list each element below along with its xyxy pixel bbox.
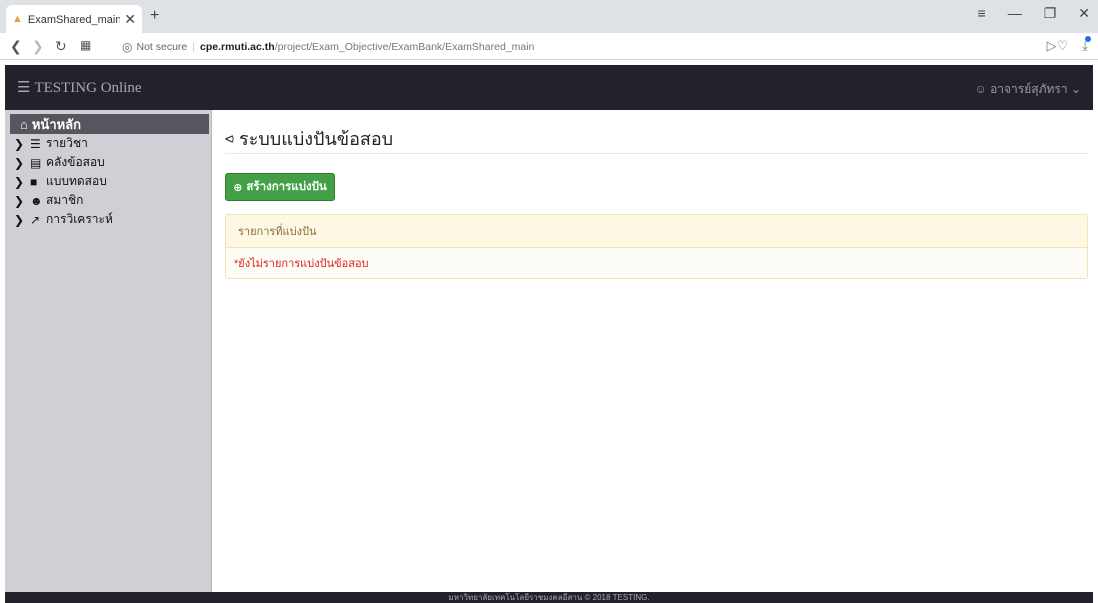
chart-icon: ↗ (30, 212, 41, 227)
brand-name: TESTING Online (34, 80, 142, 96)
chevron-right-icon: ❯ (14, 193, 25, 208)
globe-icon: ◎ (122, 39, 133, 54)
back-icon[interactable]: ❮ (10, 38, 22, 55)
browser-tab[interactable]: ▲ ExamShared_main ระบบวิเค ✕ (6, 5, 142, 33)
reload-icon[interactable]: ↻ (55, 38, 67, 55)
chevron-right-icon: ❯ (14, 155, 25, 170)
window-controls: ≡ — ❐ ✕ (978, 5, 1090, 22)
app-navbar: ☰ TESTING Online ☺ อาจารย์สุภัทรา ⌄ (5, 65, 1093, 110)
user-icon: ☺ (974, 82, 987, 96)
chevron-right-icon: ❯ (14, 212, 25, 227)
minimize-icon[interactable]: — (1008, 5, 1022, 22)
download-badge (1085, 36, 1091, 42)
url-path: /project/Exam_Objective/ExamBank/ExamSha… (274, 40, 535, 53)
security-label: Not secure (136, 40, 188, 53)
sidebar-item-tests[interactable]: ❯ ■ แบบทดสอบ (10, 172, 209, 191)
favicon-icon: ▲ (12, 13, 23, 25)
new-tab-button[interactable]: + (150, 7, 159, 25)
sidebar-home-label: หน้าหลัก (31, 116, 82, 132)
toolbar-right: ▷♡ ⤓ (1047, 36, 1091, 54)
brand[interactable]: ☰ TESTING Online (17, 78, 142, 97)
empty-message: *ยังไม่รายการแบ่งปันข้อสอบ (226, 248, 1087, 278)
sidebar-item-label: รายวิชา (46, 136, 88, 150)
url-host: cpe.rmuti.ac.th (200, 40, 275, 53)
restore-icon[interactable]: ❐ (1044, 5, 1057, 22)
tab-search-icon[interactable]: ≡ (978, 5, 986, 22)
panel-heading: รายการที่แบ่งปัน (226, 215, 1087, 248)
page-title: ระบบแบ่งปันข้อสอบ (239, 129, 394, 149)
sidebar-item-label: การวิเคราะห์ (46, 212, 113, 226)
shared-list-panel: รายการที่แบ่งปัน *ยังไม่รายการแบ่งปันข้อ… (225, 214, 1088, 279)
close-window-icon[interactable]: ✕ (1078, 5, 1090, 22)
url-separator: | (192, 40, 195, 53)
create-share-button[interactable]: ⊕ สร้างการแบ่งปัน (225, 173, 335, 201)
apps-grid-icon[interactable]: ▦ (80, 38, 91, 52)
sidebar-menu: ❯ ☰ รายวิชา ❯ ▤ คลังข้อสอบ ❯ ■ แบบทดสอบ … (10, 134, 209, 229)
address-bar[interactable]: ◎ Not secure | cpe.rmuti.ac.th /project/… (122, 36, 1022, 57)
sidebar-item-label: คลังข้อสอบ (46, 155, 105, 169)
chevron-down-icon: ⌄ (1070, 82, 1081, 96)
layers-icon: ☰ (17, 80, 31, 96)
chevron-right-icon: ❯ (14, 174, 25, 189)
sidebar-item-analysis[interactable]: ❯ ↗ การวิเคราะห์ (10, 210, 209, 229)
user-menu[interactable]: ☺ อาจารย์สุภัทรา ⌄ (974, 80, 1081, 99)
tab-title: ExamShared_main ระบบวิเค (27, 14, 121, 26)
download-icon[interactable]: ⤓ (1082, 36, 1091, 54)
forward-icon[interactable]: ❯ (32, 38, 44, 55)
share-icon: ⪦ (225, 129, 235, 147)
home-icon: ⌂ (20, 116, 28, 132)
sidebar: ⌂ หน้าหลัก ❯ ☰ รายวิชา ❯ ▤ คลังข้อสอบ ❯ … (5, 110, 212, 592)
user-name: อาจารย์สุภัทรา (990, 82, 1068, 96)
sidebar-item-home[interactable]: ⌂ หน้าหลัก (10, 114, 209, 134)
sidebar-item-exam-bank[interactable]: ❯ ▤ คลังข้อสอบ (10, 153, 209, 172)
book-icon: ■ (30, 174, 38, 189)
chevron-right-icon: ❯ (14, 136, 25, 151)
page-header: ⪦ ระบบแบ่งปันข้อสอบ (225, 124, 1088, 154)
send-icon[interactable]: ▷♡ (1047, 38, 1069, 54)
create-share-label: สร้างการแบ่งปัน (246, 181, 327, 193)
sidebar-item-members[interactable]: ❯ ☻ สมาชิก (10, 191, 209, 210)
sidebar-item-label: สมาชิก (46, 193, 84, 207)
close-tab-icon[interactable]: ✕ (124, 11, 136, 28)
list-icon: ☰ (30, 136, 41, 151)
sidebar-item-label: แบบทดสอบ (46, 174, 107, 188)
footer: มหาวิทยาลัยเทคโนโลยีราชมงคลอีสาน © 2018 … (5, 592, 1093, 603)
sidebar-item-courses[interactable]: ❯ ☰ รายวิชา (10, 134, 209, 153)
database-icon: ▤ (30, 155, 42, 170)
plus-circle-icon: ⊕ (233, 181, 243, 194)
users-icon: ☻ (30, 193, 43, 208)
browser-tab-bar: ▲ ExamShared_main ระบบวิเค ✕ + ≡ — ❐ ✕ (0, 0, 1098, 33)
browser-toolbar: ❮ ❯ ↻ ▦ ◎ Not secure | cpe.rmuti.ac.th /… (0, 33, 1098, 60)
